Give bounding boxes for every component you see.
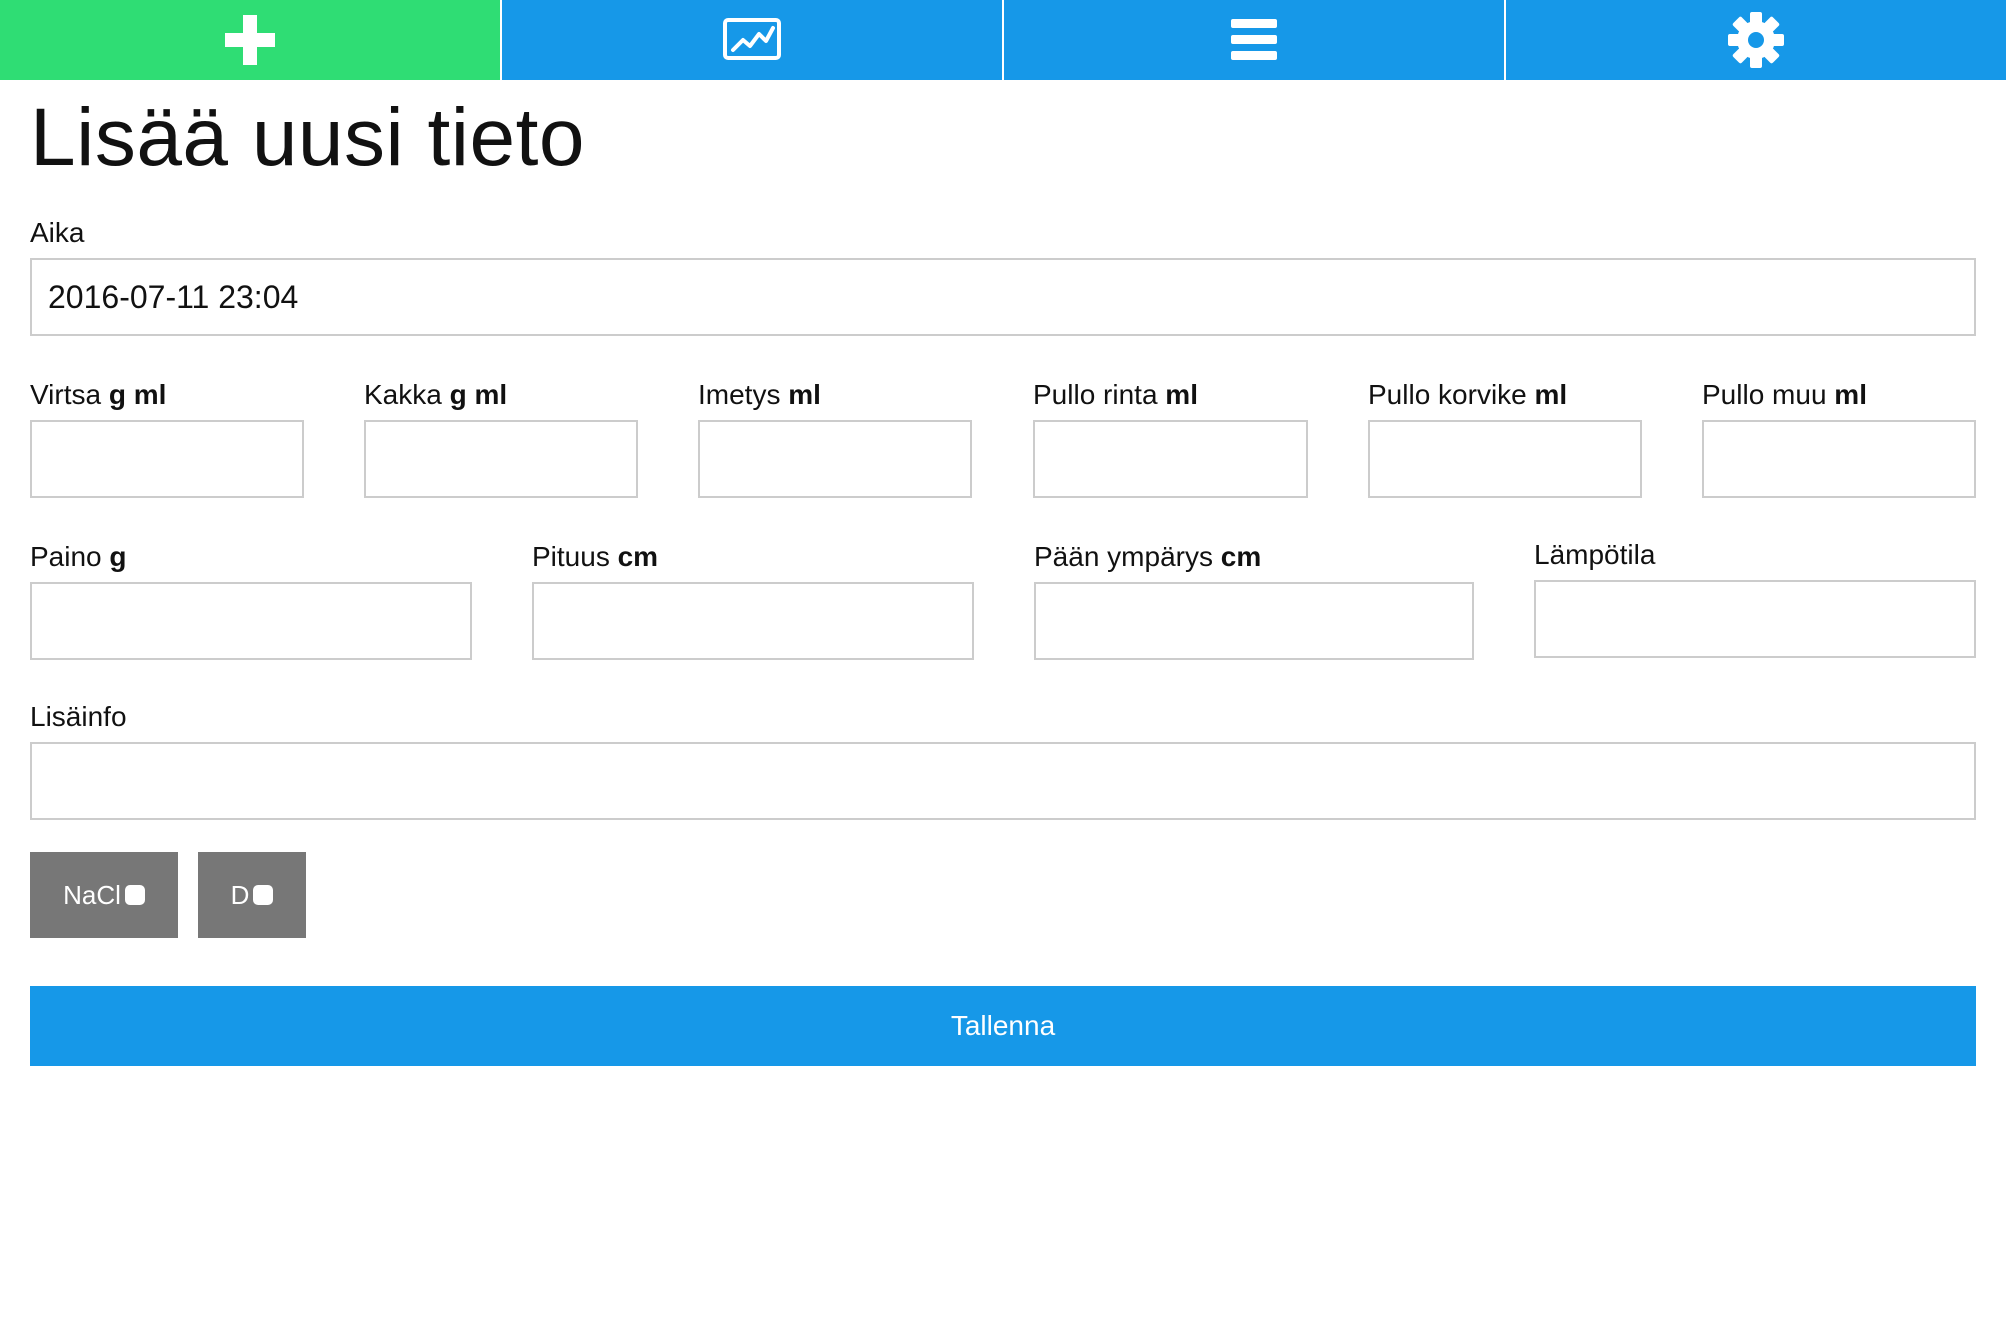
plus-icon (225, 15, 275, 65)
weight-input[interactable] (30, 582, 472, 660)
time-input[interactable] (30, 258, 1976, 336)
nacl-checkbox[interactable] (124, 885, 145, 905)
list-icon (1231, 19, 1277, 60)
bottle-other-input[interactable] (1702, 420, 1976, 498)
head-circumference-input[interactable] (1034, 582, 1474, 660)
info-input[interactable] (30, 742, 1976, 820)
bottle-other-label: Pullo muu ml (1702, 379, 1867, 410)
info-label: Lisäinfo (30, 701, 127, 732)
tab-add[interactable] (0, 0, 502, 80)
save-button[interactable]: Tallenna (30, 986, 1976, 1066)
top-navigation (0, 0, 2006, 80)
breastfeeding-input[interactable] (698, 420, 972, 498)
poop-label: Kakka g ml (364, 379, 508, 410)
tab-settings[interactable] (1506, 0, 2006, 80)
weight-label: Paino g (30, 541, 127, 572)
tab-list[interactable] (1004, 0, 1506, 80)
bottle-formula-label: Pullo korvike ml (1368, 379, 1568, 410)
gear-icon (1728, 12, 1784, 68)
bottle-formula-input[interactable] (1368, 420, 1642, 498)
temperature-input[interactable] (1534, 580, 1976, 658)
time-label: Aika (30, 217, 85, 248)
bottle-breast-input[interactable] (1033, 420, 1308, 498)
length-label: Pituus cm (532, 541, 659, 572)
temperature-label: Lämpötila (1534, 539, 1656, 570)
page-title: Lisää uusi tieto (30, 92, 586, 183)
chart-icon (723, 18, 781, 60)
d-label: D (230, 879, 250, 910)
d-checkbox[interactable] (253, 885, 274, 905)
urine-input[interactable] (30, 420, 304, 498)
urine-label: Virtsa g ml (30, 379, 167, 410)
nacl-toggle-button[interactable]: NaCl (30, 852, 178, 938)
length-input[interactable] (532, 582, 974, 660)
nacl-label: NaCl (63, 879, 121, 910)
head-circumference-label: Pään ympärys cm (1034, 541, 1262, 572)
tab-charts[interactable] (502, 0, 1004, 80)
d-toggle-button[interactable]: D (198, 852, 306, 938)
poop-input[interactable] (364, 420, 638, 498)
breastfeeding-label: Imetys ml (698, 379, 821, 410)
bottle-breast-label: Pullo rinta ml (1033, 379, 1198, 410)
